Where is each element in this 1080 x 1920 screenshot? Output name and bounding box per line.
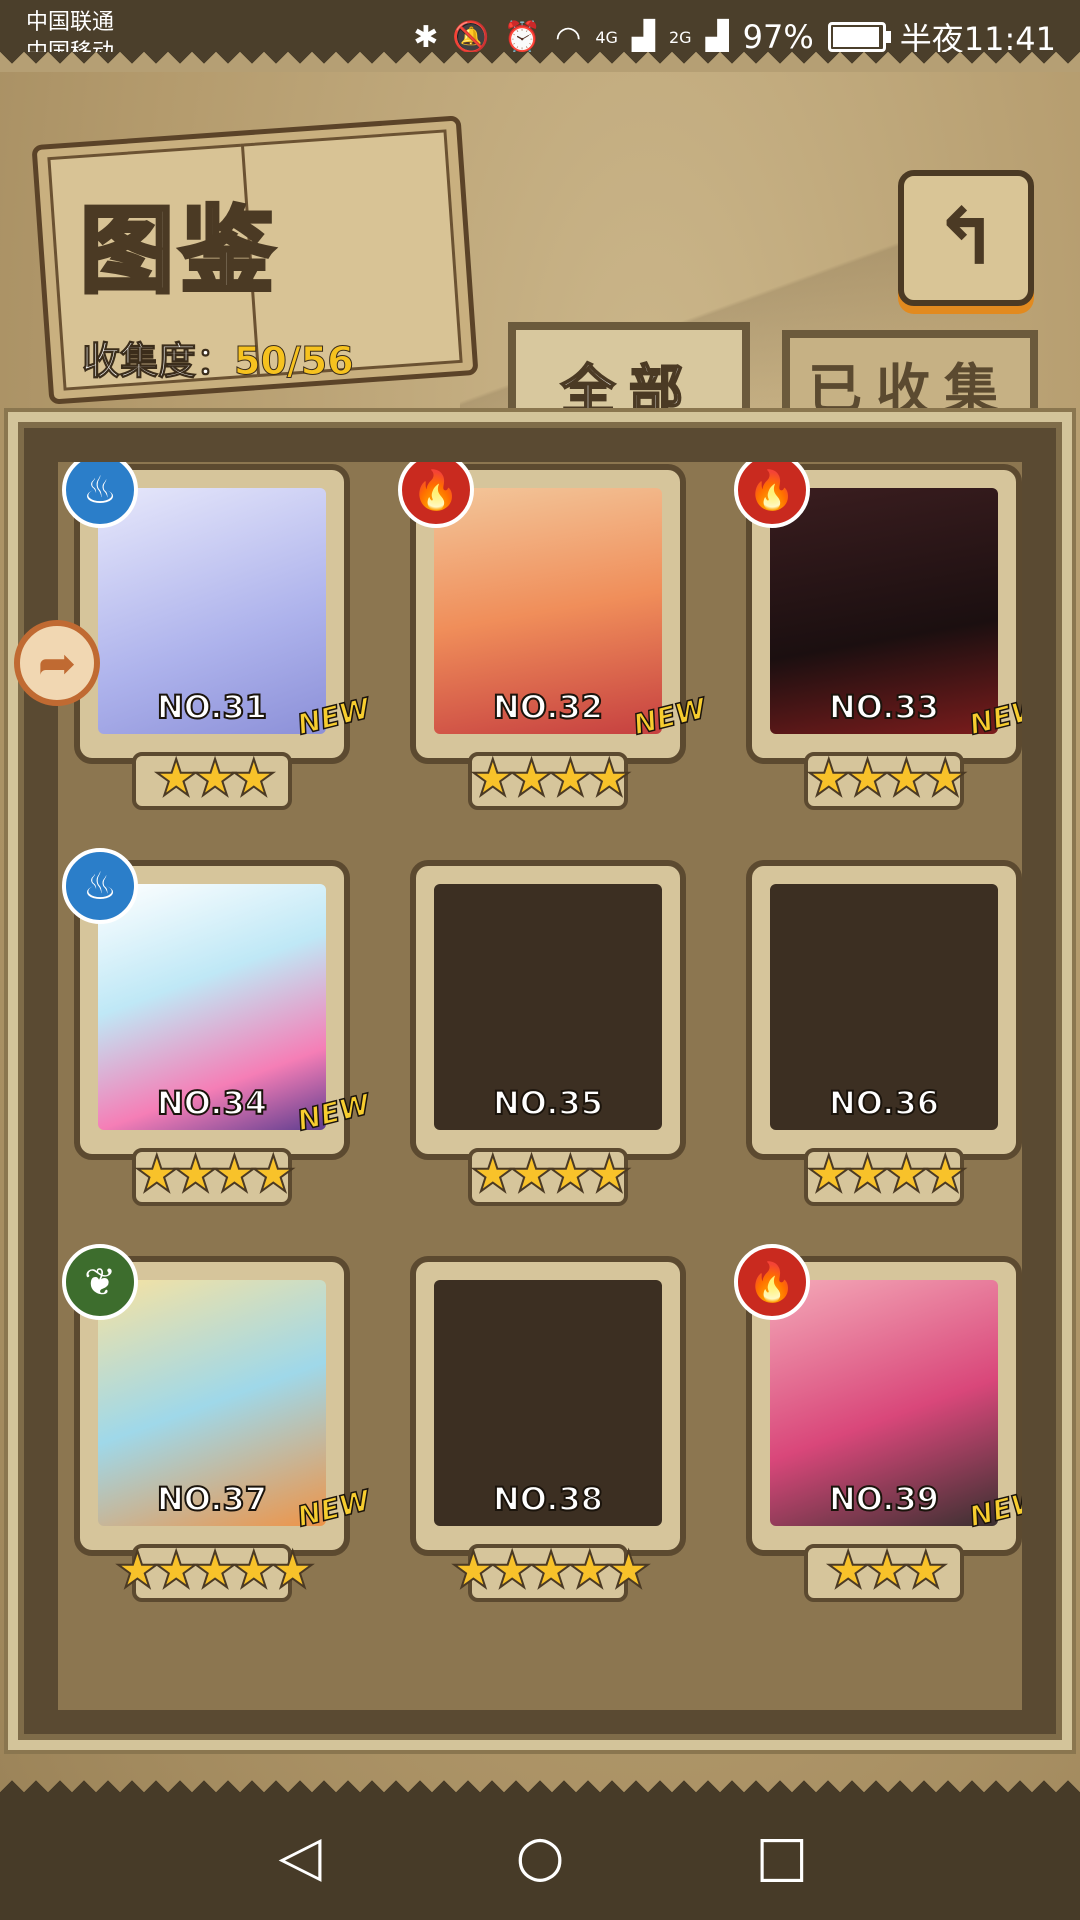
nature-element-icon: ❦ — [62, 1244, 138, 1320]
character-card[interactable]: ♨ NO.34 NEW ★★★★ — [62, 848, 374, 1206]
character-card[interactable]: 🔥 NO.32 NEW ★★★★ — [398, 462, 710, 810]
network-4g-label: 4G — [595, 27, 618, 47]
character-card[interactable]: NO.38 ★★★★★ — [398, 1244, 698, 1602]
home-circle-icon: ○ — [515, 1823, 565, 1889]
star-rating: ★★★ — [825, 1541, 949, 1599]
wifi-icon: ◠ — [555, 19, 582, 55]
character-card[interactable]: ❦ NO.37 NEW ★★★★★ — [62, 1244, 374, 1602]
system-nav-bar: ◁ ○ □ — [0, 1768, 1080, 1920]
character-card[interactable]: NO.36 ★★★★ — [734, 848, 1022, 1206]
character-card[interactable]: ♨ NO.31 NEW ★★★ — [62, 462, 374, 810]
water-element-icon: ♨ — [62, 848, 138, 924]
return-icon: ↰ — [933, 193, 999, 283]
card-number: NO.36 — [828, 1083, 940, 1123]
network-2g-label: 2G — [668, 27, 692, 47]
nav-back-button[interactable]: ◁ — [270, 1823, 330, 1889]
signal-icon: ▟ — [705, 19, 729, 55]
side-arrow-icon: ➦ — [37, 636, 77, 690]
star-rating: ★★★★ — [469, 1145, 632, 1203]
star-rating: ★★★★ — [469, 749, 632, 807]
alarm-icon: ⏰ — [503, 19, 542, 55]
back-triangle-icon: ◁ — [278, 1823, 322, 1889]
star-rating: ★★★★ — [805, 1145, 968, 1203]
character-card[interactable]: NO.35 ★★★★ — [398, 848, 698, 1206]
status-bar: 中国联通 中国移动 ✱ 🔕 ⏰ ◠ 4G ▟ 2G ▟ 97% 半夜11:41 — [0, 0, 1080, 76]
carrier-1: 中国联通 — [26, 10, 115, 35]
bluetooth-icon: ✱ — [413, 19, 439, 55]
recent-square-icon: □ — [755, 1823, 809, 1889]
star-rating: ★★★ — [153, 749, 277, 807]
star-rating: ★★★★ — [805, 749, 968, 807]
nav-recent-button[interactable]: □ — [752, 1823, 812, 1889]
collection-progress: 收集度：50/56 — [81, 330, 355, 385]
signal-icon: ▟ — [631, 19, 655, 55]
collection-label: 收集度： — [81, 339, 235, 384]
battery-fill — [832, 27, 880, 47]
star-rating: ★★★★★ — [450, 1541, 652, 1599]
star-rating: ★★★★ — [133, 1145, 296, 1203]
side-arrow-button[interactable]: ➦ — [14, 620, 100, 706]
battery-percent: 97% — [742, 18, 814, 56]
character-card[interactable]: 🔥 NO.39 NEW ★★★ — [734, 1244, 1022, 1602]
fire-element-icon: 🔥 — [734, 1244, 810, 1320]
battery-icon — [827, 22, 891, 52]
nav-home-button[interactable]: ○ — [510, 1823, 570, 1889]
collection-value: 50/56 — [234, 339, 355, 384]
back-button[interactable]: ↰ — [898, 170, 1034, 306]
card-grid: ♨ NO.31 NEW ★★★ 🔥 NO.32 NEW ★★★★ 🔥 NO.33 NEW ★★★★ ♨ N… — [58, 462, 1022, 1710]
mute-icon: 🔕 — [452, 19, 490, 55]
card-number: NO.38 — [492, 1479, 604, 1519]
character-card[interactable]: 🔥 NO.33 NEW ★★★★ — [734, 462, 1022, 810]
card-number: NO.35 — [492, 1083, 604, 1123]
star-rating: ★★★★★ — [114, 1541, 316, 1599]
nav-bar-border — [0, 1768, 1080, 1792]
page-title: 图鉴 — [78, 194, 281, 308]
collection-panel: ♨ NO.31 NEW ★★★ 🔥 NO.32 NEW ★★★★ 🔥 NO.33 NEW ★★★★ ♨ N… — [8, 412, 1072, 1750]
